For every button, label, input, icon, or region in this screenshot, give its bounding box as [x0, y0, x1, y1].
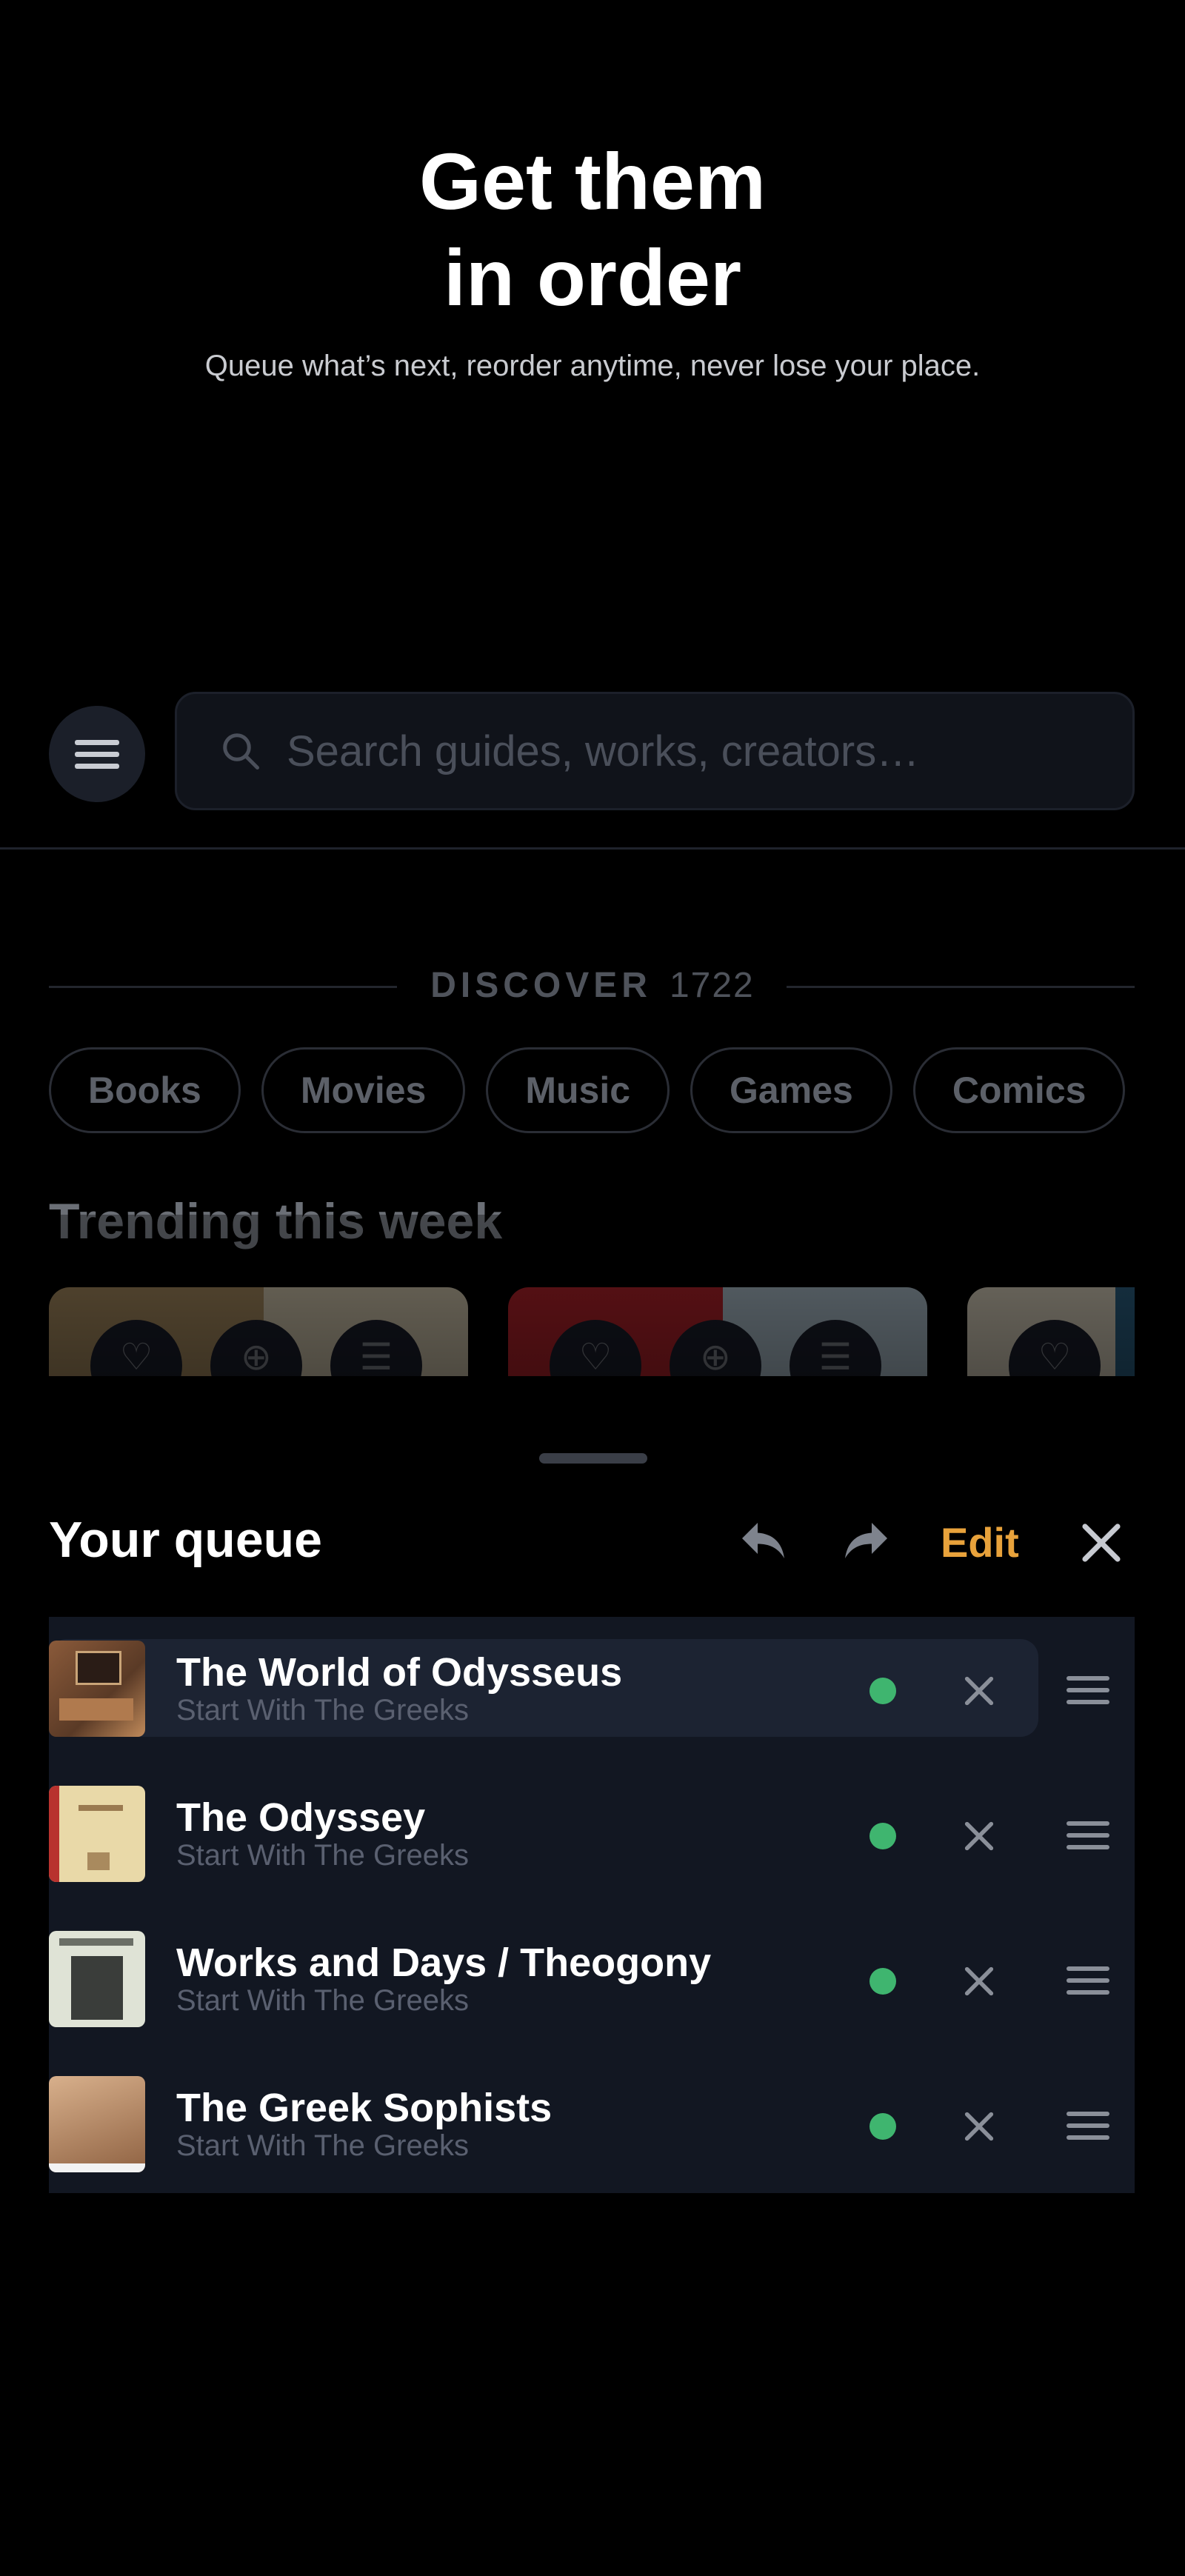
- queue-item-title: The World of Odysseus: [176, 1650, 623, 1695]
- cover-thumbnail: [49, 2076, 145, 2172]
- chip-music[interactable]: Music: [486, 1047, 670, 1133]
- edit-button[interactable]: Edit: [941, 1518, 1019, 1566]
- status-dot: [869, 1678, 896, 1704]
- drag-handle-icon[interactable]: [1066, 1821, 1109, 1857]
- remove-icon[interactable]: [958, 1815, 1000, 1857]
- cover-thumbnail: [49, 1786, 145, 1882]
- chip-books[interactable]: Books: [49, 1047, 241, 1133]
- queue-item[interactable]: The Greek Sophists Start With The Greeks: [49, 2052, 1135, 2198]
- queue-item[interactable]: The Odyssey Start With The Greeks: [49, 1762, 1135, 1907]
- cover-thumbnail: [49, 1641, 145, 1737]
- queue-item-title: The Odyssey: [176, 1795, 426, 1840]
- discover-line-right: [787, 986, 1135, 988]
- remove-icon[interactable]: [958, 2106, 1000, 2147]
- background-dim-overlay: [0, 1215, 1185, 1378]
- status-dot: [869, 2113, 896, 2140]
- chip-movies[interactable]: Movies: [261, 1047, 466, 1133]
- status-dot: [869, 1968, 896, 1995]
- search-input[interactable]: [285, 725, 1132, 777]
- discover-heading: DISCOVER 1722: [385, 965, 800, 1006]
- hero-title-line1: Get them: [418, 136, 767, 226]
- queue-item-subtitle: Start With The Greeks: [176, 1984, 469, 2017]
- header-divider: [0, 847, 1185, 850]
- remove-icon[interactable]: [958, 1670, 1000, 1712]
- status-dot: [869, 1823, 896, 1849]
- queue-item[interactable]: The World of Odysseus Start With The Gre…: [49, 1617, 1135, 1762]
- queue-item-subtitle: Start With The Greeks: [176, 2129, 469, 2162]
- drag-handle-icon[interactable]: [1066, 2112, 1109, 2147]
- menu-button[interactable]: [49, 706, 145, 802]
- queue-item-subtitle: Start With The Greeks: [176, 1694, 469, 1726]
- cover-thumbnail: [49, 1931, 145, 2027]
- discover-label: DISCOVER: [430, 966, 652, 1005]
- drag-handle-icon[interactable]: [1066, 1676, 1109, 1712]
- discover-count: 1722: [669, 966, 755, 1005]
- chip-games[interactable]: Games: [690, 1047, 892, 1133]
- discover-line-left: [49, 986, 397, 988]
- hero-title-line2: in order: [443, 233, 742, 322]
- queue-item-subtitle: Start With The Greeks: [176, 1839, 469, 1872]
- sheet-grabber[interactable]: [539, 1453, 647, 1464]
- queue-list: The World of Odysseus Start With The Gre…: [49, 1617, 1135, 2193]
- queue-item[interactable]: Works and Days / Theogony Start With The…: [49, 1907, 1135, 2052]
- queue-item-title: The Greek Sophists: [176, 2086, 553, 2130]
- remove-icon[interactable]: [958, 1961, 1000, 2002]
- search-icon: [223, 733, 259, 770]
- search-bar[interactable]: [175, 692, 1135, 810]
- hero-subtitle: Queue what’s next, reorder anytime, neve…: [204, 350, 981, 382]
- category-chips: Books Movies Music Games Comics: [49, 1047, 1135, 1138]
- redo-icon[interactable]: [838, 1518, 892, 1563]
- chip-comics[interactable]: Comics: [912, 1047, 1126, 1133]
- hero-title: Get them in order: [0, 133, 1185, 326]
- queue-title: Your queue: [49, 1512, 322, 1568]
- queue-item-title: Works and Days / Theogony: [176, 1941, 712, 1985]
- hamburger-menu-icon: [75, 733, 119, 775]
- drag-handle-icon[interactable]: [1066, 1966, 1109, 2002]
- undo-icon[interactable]: [738, 1518, 791, 1563]
- close-icon[interactable]: [1077, 1518, 1126, 1567]
